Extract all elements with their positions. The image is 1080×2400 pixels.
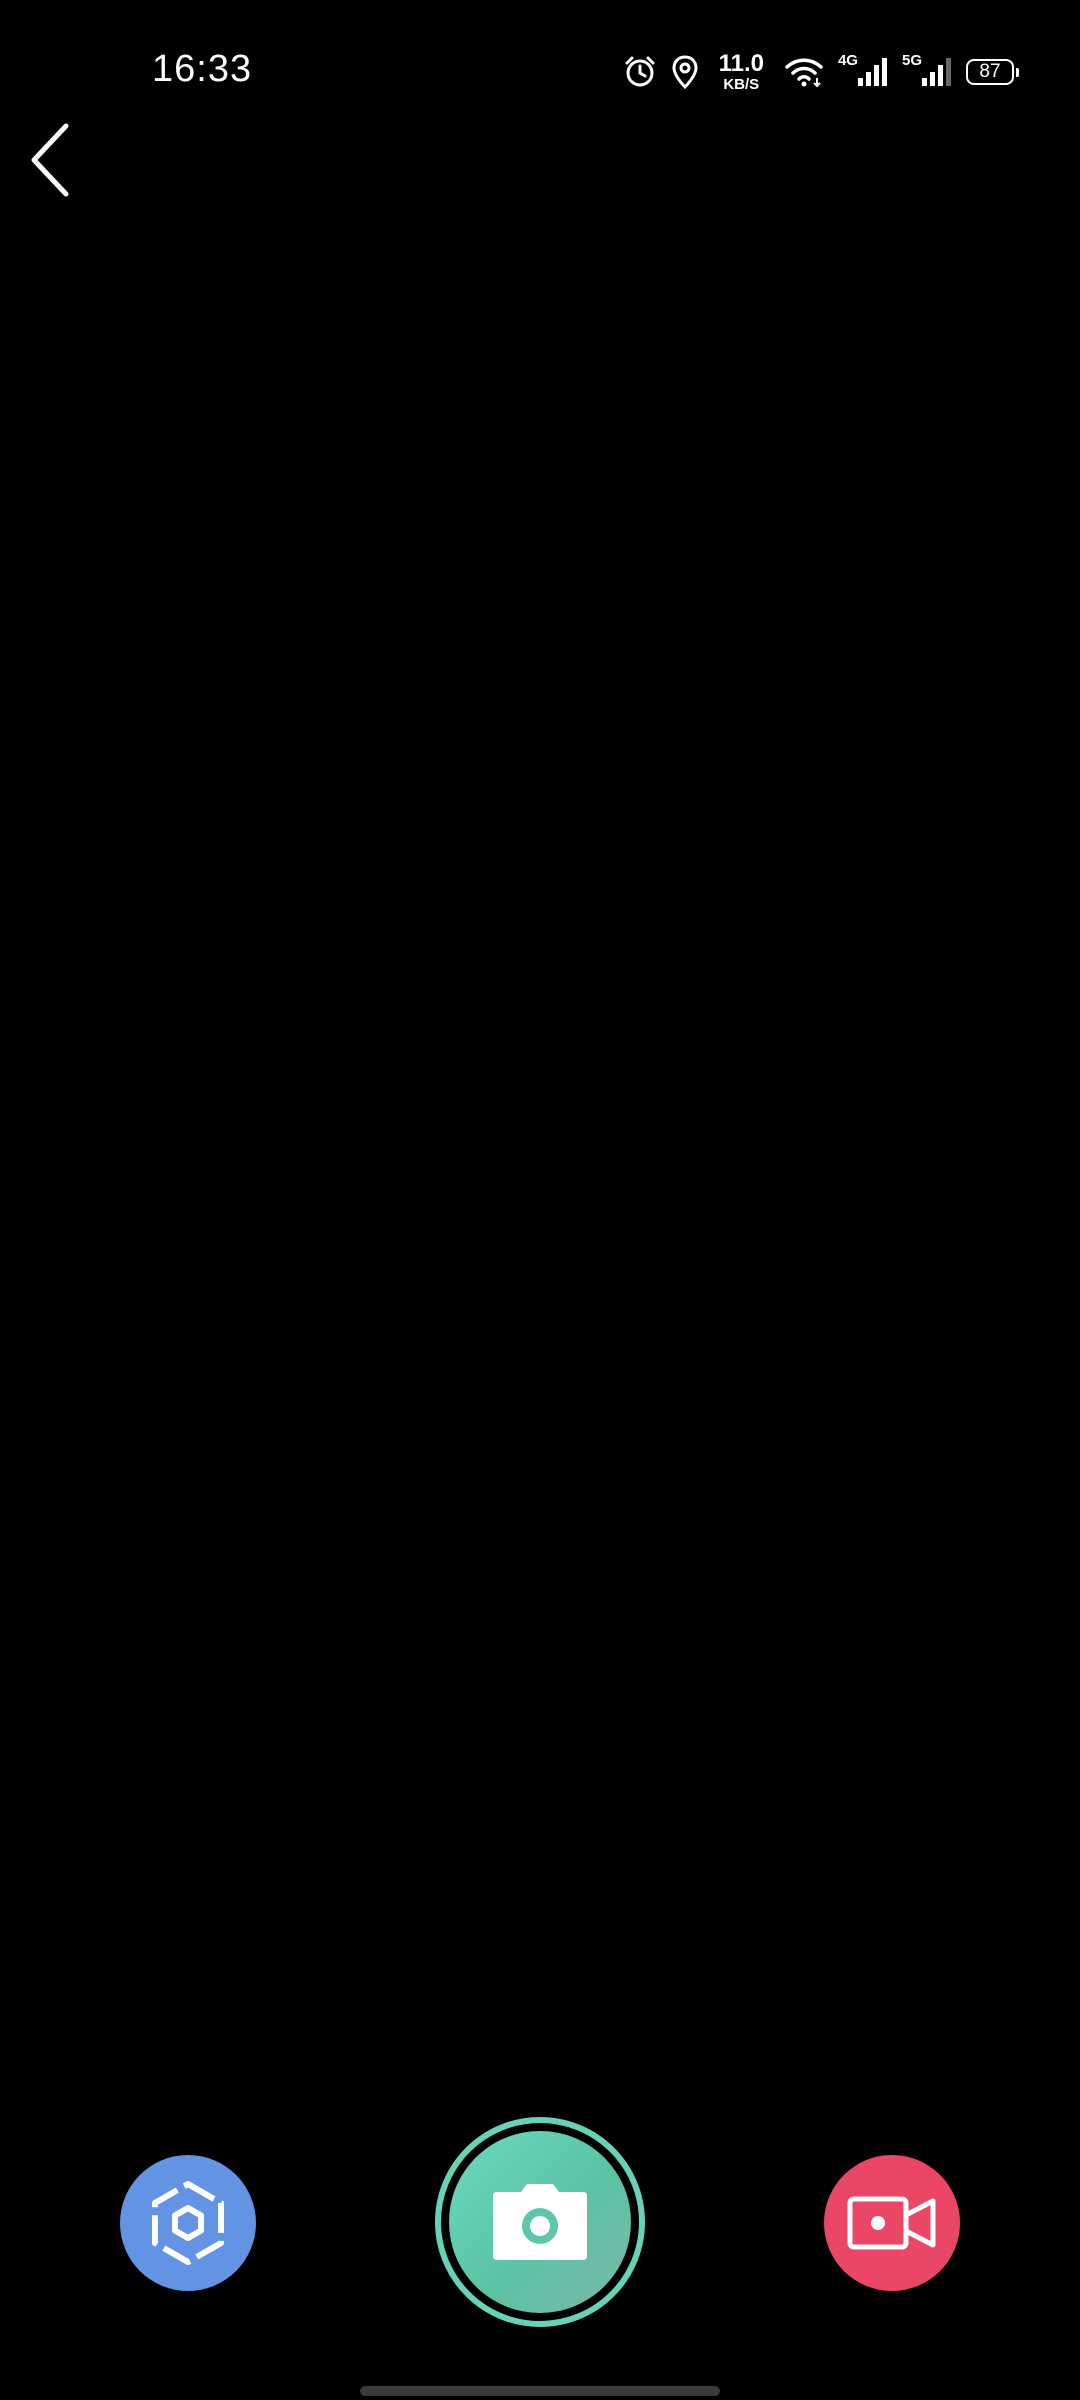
signal-5g-label: 5G <box>901 51 922 69</box>
cellular-signal-icon: 4G <box>838 52 888 88</box>
battery-icon: 87 <box>966 59 1019 85</box>
status-icons: 11.0 KB/S 4G 5G 87 <box>623 46 1019 98</box>
network-speed-unit: KB/S <box>723 76 760 93</box>
scan-mode-button[interactable] <box>120 2155 256 2291</box>
network-speed-value: 11.0 <box>718 50 764 77</box>
back-button[interactable] <box>20 118 80 202</box>
status-time: 16:33 <box>152 48 253 90</box>
hexagon-scan-icon <box>152 2181 224 2265</box>
shutter-button[interactable] <box>435 2117 645 2327</box>
cellular-signal-icon: 5G <box>902 52 952 88</box>
camera-icon <box>493 2184 587 2260</box>
location-icon <box>671 55 699 89</box>
camera-screen: 16:33 11.0 KB/S 4G 5G 87 <box>0 0 1080 2400</box>
battery-level: 87 <box>979 61 1001 82</box>
video-mode-button[interactable] <box>824 2155 960 2291</box>
home-indicator[interactable] <box>360 2386 720 2396</box>
video-camera-icon <box>847 2196 936 2250</box>
wifi-icon <box>784 56 824 88</box>
network-speed: 11.0 KB/S <box>718 50 764 93</box>
signal-4g-label: 4G <box>837 51 858 69</box>
chevron-left-icon <box>31 123 69 197</box>
status-bar: 16:33 11.0 KB/S 4G 5G 87 <box>0 0 1080 140</box>
alarm-icon <box>623 55 657 89</box>
shutter-button-inner <box>449 2131 631 2313</box>
